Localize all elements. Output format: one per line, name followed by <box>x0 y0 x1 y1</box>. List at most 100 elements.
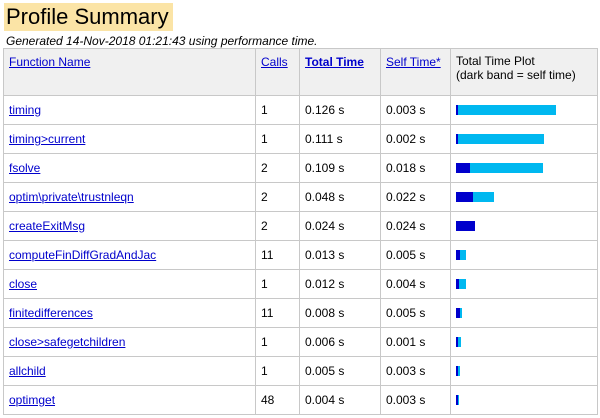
function-name-cell: allchild <box>3 356 256 386</box>
function-link[interactable]: allchild <box>9 364 46 378</box>
generated-timestamp: Generated 14-Nov-2018 01:21:43 using per… <box>6 34 318 48</box>
total-time-cell: 0.111 s <box>299 124 381 154</box>
time-plot-cell <box>450 211 598 241</box>
function-name-cell: optimget <box>3 385 256 415</box>
total-time-cell: 0.013 s <box>299 240 381 270</box>
table-row: close>safegetchildren 1 0.006 s 0.001 s <box>3 327 598 357</box>
time-bar <box>456 192 591 202</box>
time-plot-cell <box>450 124 598 154</box>
calls-cell: 1 <box>255 124 300 154</box>
sort-self-time-link[interactable]: Self Time* <box>386 55 441 69</box>
function-link[interactable]: close>safegetchildren <box>9 335 125 349</box>
time-bar <box>456 134 591 144</box>
header-calls[interactable]: Calls <box>255 48 300 96</box>
function-name-cell: finitedifferences <box>3 298 256 328</box>
function-link[interactable]: createExitMsg <box>9 219 85 233</box>
profile-table: Function Name Calls Total Time Self Time… <box>3 48 598 415</box>
self-time-band <box>456 163 470 173</box>
time-plot-cell <box>450 153 598 183</box>
calls-cell: 48 <box>255 385 300 415</box>
table-row: finitedifferences 11 0.008 s 0.005 s <box>3 298 598 328</box>
time-plot-cell <box>450 356 598 386</box>
time-plot-cell <box>450 269 598 299</box>
self-time-band <box>456 395 458 405</box>
self-time-cell: 0.005 s <box>380 240 451 270</box>
self-time-band <box>456 250 460 260</box>
table-row: createExitMsg 2 0.024 s 0.024 s <box>3 211 598 241</box>
function-link[interactable]: close <box>9 277 37 291</box>
self-time-cell: 0.018 s <box>380 153 451 183</box>
calls-cell: 11 <box>255 240 300 270</box>
total-time-cell: 0.008 s <box>299 298 381 328</box>
total-time-cell: 0.012 s <box>299 269 381 299</box>
time-plot-cell <box>450 95 598 125</box>
self-time-band <box>456 308 460 318</box>
total-time-cell: 0.024 s <box>299 211 381 241</box>
header-self-time[interactable]: Self Time* <box>380 48 451 96</box>
function-name-cell: optim\private\trustnleqn <box>3 182 256 212</box>
function-name-cell: timing>current <box>3 124 256 154</box>
self-time-cell: 0.003 s <box>380 356 451 386</box>
function-link[interactable]: finitedifferences <box>9 306 93 320</box>
sort-total-time-link[interactable]: Total Time <box>305 55 364 69</box>
time-bar <box>456 337 591 347</box>
calls-cell: 2 <box>255 153 300 183</box>
header-total-time[interactable]: Total Time <box>299 48 381 96</box>
self-time-cell: 0.003 s <box>380 385 451 415</box>
total-time-cell: 0.048 s <box>299 182 381 212</box>
header-function-name[interactable]: Function Name <box>3 48 256 96</box>
time-bar <box>456 105 591 115</box>
total-time-band <box>456 134 544 144</box>
table-row: timing>current 1 0.111 s 0.002 s <box>3 124 598 154</box>
time-plot-cell <box>450 385 598 415</box>
function-link[interactable]: optim\private\trustnleqn <box>9 190 134 204</box>
table-row: allchild 1 0.005 s 0.003 s <box>3 356 598 386</box>
function-link[interactable]: timing <box>9 103 41 117</box>
function-link[interactable]: timing>current <box>9 132 85 146</box>
total-time-cell: 0.006 s <box>299 327 381 357</box>
table-row: timing 1 0.126 s 0.003 s <box>3 95 598 125</box>
function-name-cell: fsolve <box>3 153 256 183</box>
calls-cell: 2 <box>255 182 300 212</box>
self-time-band <box>456 134 458 144</box>
calls-cell: 1 <box>255 269 300 299</box>
function-link[interactable]: optimget <box>9 393 55 407</box>
function-name-cell: close>safegetchildren <box>3 327 256 357</box>
self-time-cell: 0.003 s <box>380 95 451 125</box>
sort-function-name-link[interactable]: Function Name <box>9 55 90 69</box>
time-plot-cell <box>450 298 598 328</box>
time-bar <box>456 279 591 289</box>
total-time-cell: 0.005 s <box>299 356 381 386</box>
self-time-band <box>456 366 458 376</box>
function-link[interactable]: computeFinDiffGradAndJac <box>9 248 156 262</box>
time-bar <box>456 163 591 173</box>
calls-cell: 11 <box>255 298 300 328</box>
function-name-cell: timing <box>3 95 256 125</box>
time-bar <box>456 221 591 231</box>
plot-header-note: (dark band = self time) <box>456 68 576 82</box>
time-plot-cell <box>450 240 598 270</box>
function-link[interactable]: fsolve <box>9 161 40 175</box>
function-name-cell: createExitMsg <box>3 211 256 241</box>
time-bar <box>456 366 591 376</box>
total-time-band <box>456 105 556 115</box>
function-name-cell: computeFinDiffGradAndJac <box>3 240 256 270</box>
table-row: computeFinDiffGradAndJac 11 0.013 s 0.005 s <box>3 240 598 270</box>
self-time-cell: 0.022 s <box>380 182 451 212</box>
self-time-band <box>456 221 475 231</box>
self-time-band <box>456 105 458 115</box>
table-header-row: Function Name Calls Total Time Self Time… <box>3 48 598 96</box>
self-time-cell: 0.002 s <box>380 124 451 154</box>
total-time-cell: 0.126 s <box>299 95 381 125</box>
total-time-cell: 0.004 s <box>299 385 381 415</box>
table-row: optim\private\trustnleqn 2 0.048 s 0.022 s <box>3 182 598 212</box>
page-title: Profile Summary <box>4 3 173 31</box>
sort-calls-link[interactable]: Calls <box>261 55 288 69</box>
time-bar <box>456 250 591 260</box>
time-bar <box>456 308 591 318</box>
calls-cell: 1 <box>255 356 300 386</box>
calls-cell: 2 <box>255 211 300 241</box>
self-time-band <box>456 192 473 202</box>
header-total-time-plot: Total Time Plot (dark band = self time) <box>450 48 598 96</box>
total-time-cell: 0.109 s <box>299 153 381 183</box>
